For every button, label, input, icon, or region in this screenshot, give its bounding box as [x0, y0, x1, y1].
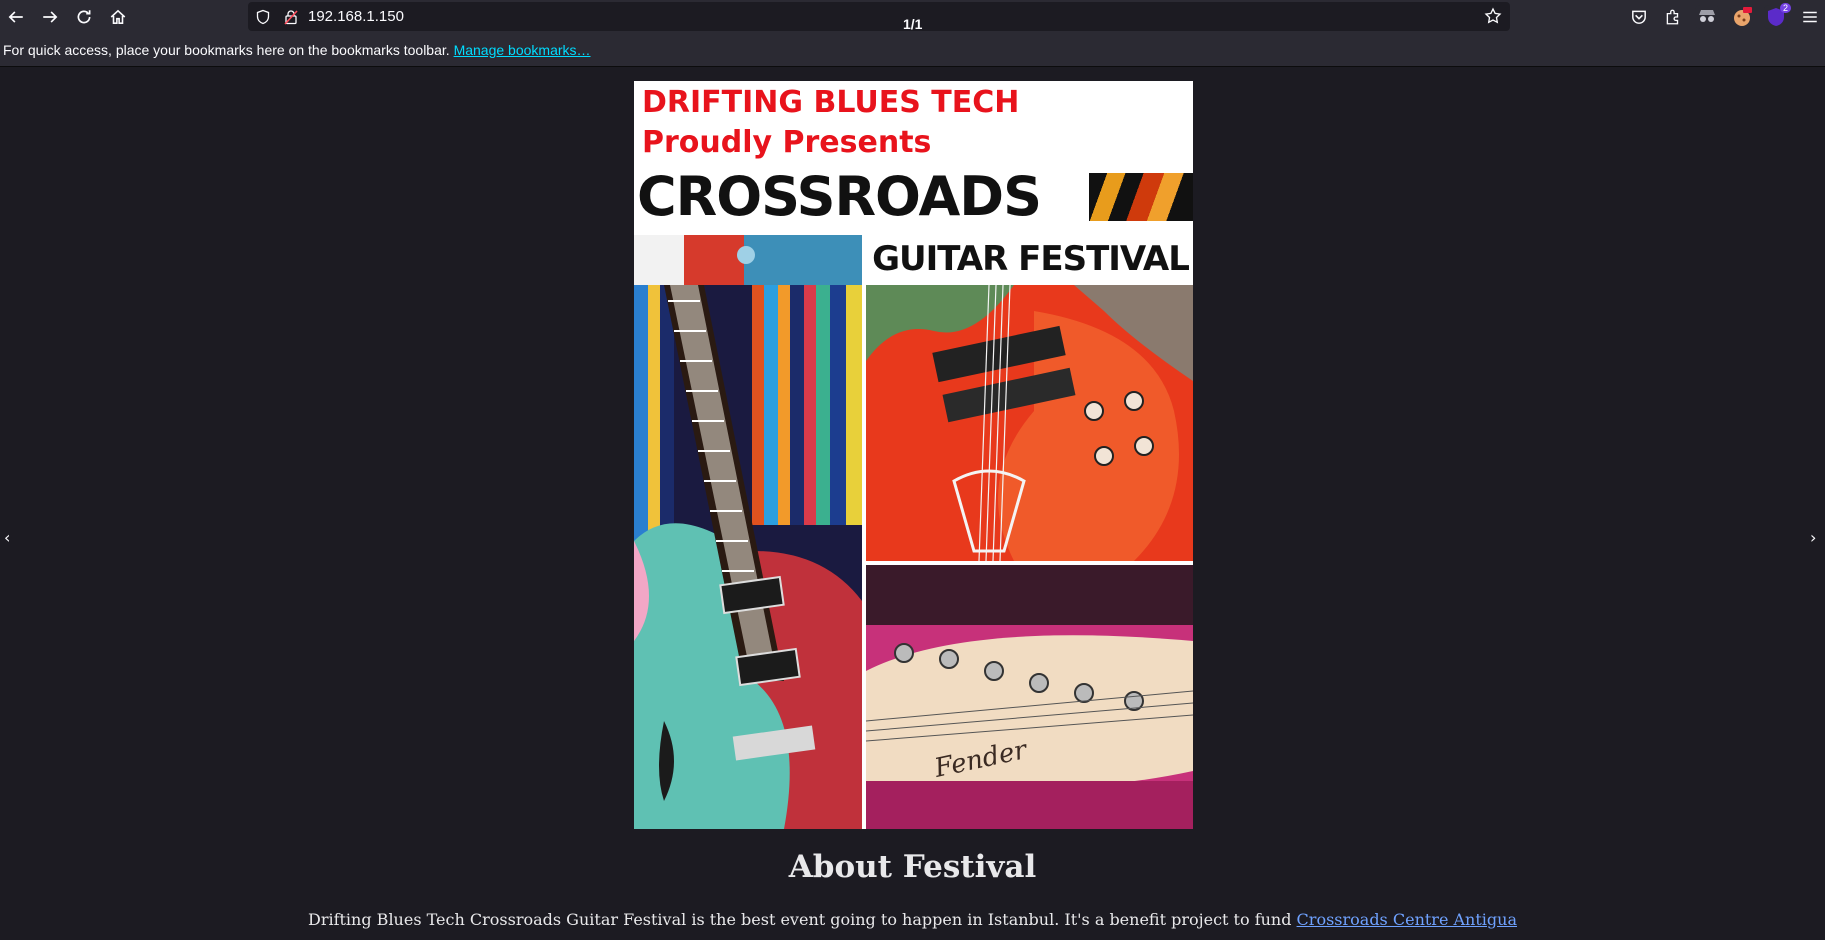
- home-button[interactable]: [105, 4, 131, 30]
- browser-toolbar: 192.168.1.150 1/1 2: [0, 0, 1825, 33]
- shield-icon[interactable]: [254, 8, 272, 26]
- festival-poster: DRIFTING BLUES TECH Proudly Presents CRO…: [634, 81, 1193, 829]
- puzzle-icon: [1666, 9, 1679, 25]
- poster-title-line4: GUITAR FESTIVAL: [868, 235, 1193, 283]
- crossroads-centre-link[interactable]: Crossroads Centre Antigua: [1297, 910, 1517, 929]
- shield-extension-icon[interactable]: 2: [1764, 3, 1791, 29]
- url-bar[interactable]: 192.168.1.150: [248, 2, 1510, 31]
- about-paragraph-text: Drifting Blues Tech Crossroads Guitar Fe…: [307, 910, 1297, 929]
- chevron-left-icon[interactable]: ‹: [4, 528, 10, 547]
- chevron-right-icon[interactable]: ›: [1810, 528, 1816, 547]
- url-text[interactable]: 192.168.1.150: [308, 8, 404, 25]
- bookmarks-hint-text: For quick access, place your bookmarks h…: [3, 42, 450, 58]
- extension-badge: 2: [1779, 3, 1791, 13]
- page-count: 1/1: [903, 16, 923, 32]
- reload-button[interactable]: [71, 4, 97, 30]
- pocket-icon: [1632, 10, 1646, 24]
- bookmarks-toolbar: For quick access, place your bookmarks h…: [0, 33, 1825, 67]
- incognito-extension-icon[interactable]: [1695, 5, 1719, 29]
- home-icon: [110, 9, 126, 24]
- reload-icon: [77, 10, 91, 24]
- arrow-right-icon: [43, 11, 58, 23]
- bookmarks-hint: For quick access, place your bookmarks h…: [3, 42, 591, 58]
- about-paragraph: Drifting Blues Tech Crossroads Guitar Fe…: [0, 910, 1825, 929]
- page-content: ‹ › DRIFTING BLUES TECH Proudly Presents…: [0, 67, 1825, 940]
- forward-button[interactable]: [37, 4, 63, 30]
- cookie-extension-icon[interactable]: [1730, 5, 1754, 29]
- extensions-button[interactable]: [1660, 4, 1686, 30]
- poster-artwork: Fender: [634, 221, 1193, 829]
- menu-button[interactable]: [1797, 4, 1823, 30]
- about-heading: About Festival: [788, 849, 1037, 885]
- bookmark-star-icon[interactable]: [1484, 7, 1504, 27]
- manage-bookmarks-link[interactable]: Manage bookmarks…: [454, 42, 591, 58]
- hamburger-menu-icon: [1803, 11, 1817, 23]
- pocket-button[interactable]: [1626, 4, 1652, 30]
- back-button[interactable]: [3, 4, 29, 30]
- insecure-lock-icon[interactable]: [282, 8, 300, 26]
- arrow-left-icon: [8, 11, 23, 23]
